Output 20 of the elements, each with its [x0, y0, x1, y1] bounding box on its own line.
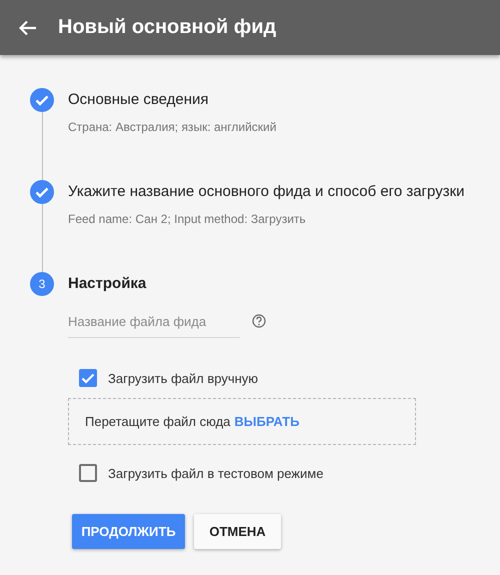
checkbox-label: Загрузить файл в тестовом режиме — [108, 466, 324, 480]
continue-button[interactable]: ПРОДОЛЖИТЬ — [72, 514, 185, 549]
file-drop-zone[interactable]: Перетащите файл сюда ВЫБРАТЬ — [68, 398, 416, 445]
back-arrow-icon[interactable] — [19, 20, 37, 36]
file-name-field[interactable]: Название файла фида — [68, 308, 240, 338]
checkbox[interactable] — [79, 464, 97, 482]
step-done-icon — [30, 88, 54, 112]
cancel-button[interactable]: ОТМЕНА — [194, 514, 281, 549]
checkbox-label: Загрузить файл вручную — [108, 370, 258, 386]
step-summary: Страна: Австралия; язык: английский — [68, 119, 276, 135]
step-number: 3 — [30, 272, 54, 296]
checkbox[interactable] — [79, 369, 97, 387]
page-title: Новый основной фид — [58, 16, 276, 39]
step-done-icon — [30, 180, 54, 204]
drop-zone-text: Перетащите файл сюда — [85, 414, 230, 429]
step-title: Укажите название основного фида и способ его загрузки — [68, 182, 465, 202]
help-icon[interactable] — [252, 314, 266, 328]
step-title: Настройка — [68, 274, 146, 294]
step-title: Основные сведения — [68, 90, 209, 110]
step-summary: Feed name: Сан 2; Input method: Загрузить — [68, 211, 306, 227]
